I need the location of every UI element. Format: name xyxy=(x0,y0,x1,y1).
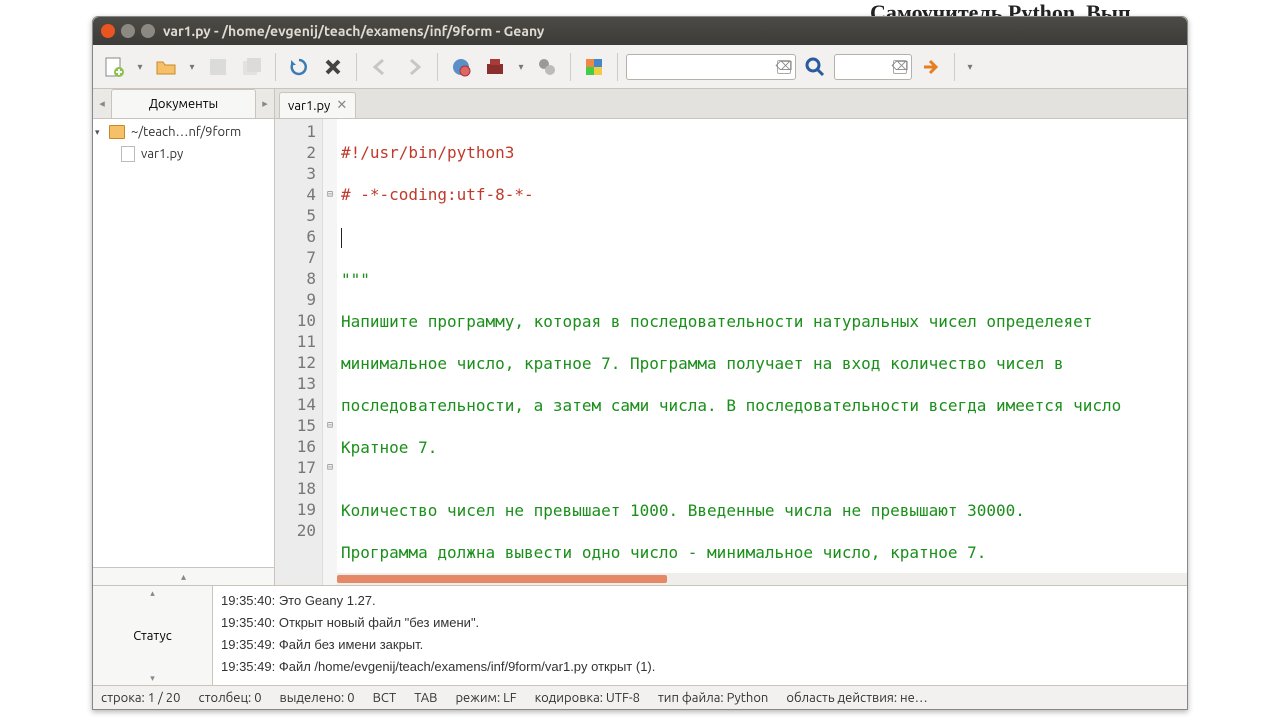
clear-search-icon[interactable]: ⌫ xyxy=(777,60,791,74)
open-file-button[interactable] xyxy=(151,52,181,82)
search-button[interactable] xyxy=(800,52,830,82)
status-line: строка: 1 / 20 xyxy=(101,691,180,705)
tree-folder-label: ~/teach…nf/9form xyxy=(131,125,241,139)
close-icon[interactable] xyxy=(101,24,115,38)
status-insert: ВСТ xyxy=(373,691,397,705)
clear-goto-icon[interactable]: ⌫ xyxy=(893,60,907,74)
toolbar: ▾ ▾ ▾ ⌫ ⌫ ▾ xyxy=(93,45,1187,89)
sidebar-collapse[interactable]: ▴ xyxy=(93,567,274,585)
toolbar-menu-dropdown[interactable]: ▾ xyxy=(963,52,977,82)
window-title: var1.py - /home/evgenij/teach/examens/in… xyxy=(163,23,544,39)
search-input[interactable]: ⌫ xyxy=(626,54,796,80)
log-line: 19:35:40: Открыт новый файл "без имени". xyxy=(221,612,1179,634)
editor-tab-label: var1.py xyxy=(288,99,330,113)
code-editor[interactable]: 1234567891011121314151617181920 ⊟⊟⊟ #!/u… xyxy=(275,119,1187,585)
goto-line-input[interactable]: ⌫ xyxy=(834,54,912,80)
text-cursor xyxy=(341,228,342,248)
log-line: 19:35:40: Это Geany 1.27. xyxy=(221,590,1179,612)
sidebar-tab-next[interactable]: ▸ xyxy=(256,97,274,110)
msg-tab-status[interactable]: Статус xyxy=(93,600,212,671)
message-body[interactable]: 19:35:40: Это Geany 1.27. 19:35:40: Откр… xyxy=(213,586,1187,685)
nav-forward-button[interactable] xyxy=(399,52,429,82)
geany-window: var1.py - /home/evgenij/teach/examens/in… xyxy=(92,16,1188,710)
save-all-button[interactable] xyxy=(237,52,267,82)
tree-expand-icon[interactable]: ▾ xyxy=(95,127,107,138)
editor-tab-var1[interactable]: var1.py ✕ xyxy=(279,92,356,118)
tree-file-label: var1.py xyxy=(141,147,183,161)
new-file-button[interactable] xyxy=(99,52,129,82)
status-tab: TAB xyxy=(414,691,437,705)
save-button[interactable] xyxy=(203,52,233,82)
line-gutter: 1234567891011121314151617181920 xyxy=(275,119,323,585)
status-mode: режим: LF xyxy=(455,691,516,705)
build-button[interactable] xyxy=(480,52,510,82)
editor-tabs: var1.py ✕ xyxy=(275,89,1187,119)
msg-tab-down[interactable]: ▾ xyxy=(93,671,212,685)
sidebar-tabs: ◂ Документы ▸ xyxy=(93,89,274,119)
nav-back-button[interactable] xyxy=(365,52,395,82)
compile-button[interactable] xyxy=(446,52,476,82)
close-tab-icon[interactable]: ✕ xyxy=(336,98,347,113)
maximize-icon[interactable] xyxy=(141,24,155,38)
log-line: 19:35:49: Файл без имени закрыт. xyxy=(221,634,1179,656)
tree-file-row[interactable]: var1.py xyxy=(93,143,274,165)
status-selection: выделено: 0 xyxy=(280,691,355,705)
sidebar-tab-documents[interactable]: Документы xyxy=(111,89,256,118)
goto-button[interactable] xyxy=(916,52,946,82)
status-scope: область действия: не… xyxy=(786,691,927,705)
message-pane: ▴ Статус ▾ 19:35:40: Это Geany 1.27. 19:… xyxy=(93,585,1187,685)
sidebar: ◂ Документы ▸ ▾ ~/teach…nf/9form var1.py… xyxy=(93,89,275,585)
document-tree[interactable]: ▾ ~/teach…nf/9form var1.py xyxy=(93,119,274,567)
reload-button[interactable] xyxy=(284,52,314,82)
titlebar[interactable]: var1.py - /home/evgenij/teach/examens/in… xyxy=(93,17,1187,45)
tree-folder-row[interactable]: ▾ ~/teach…nf/9form xyxy=(93,121,274,143)
minimize-icon[interactable] xyxy=(121,24,135,38)
new-dropdown[interactable]: ▾ xyxy=(133,52,147,82)
status-filetype: тип файла: Python xyxy=(658,691,768,705)
window-controls xyxy=(101,24,155,38)
message-tabs: ▴ Статус ▾ xyxy=(93,586,213,685)
horizontal-scrollbar[interactable] xyxy=(337,573,1187,585)
open-dropdown[interactable]: ▾ xyxy=(185,52,199,82)
editor-area: var1.py ✕ 123456789101112131415161718192… xyxy=(275,89,1187,585)
statusbar: строка: 1 / 20 столбец: 0 выделено: 0 ВС… xyxy=(93,685,1187,709)
close-file-button[interactable] xyxy=(318,52,348,82)
fold-column[interactable]: ⊟⊟⊟ xyxy=(323,119,337,585)
build-dropdown[interactable]: ▾ xyxy=(514,52,528,82)
msg-tab-up[interactable]: ▴ xyxy=(93,586,212,600)
status-encoding: кодировка: UTF-8 xyxy=(535,691,640,705)
log-line: 19:35:49: Файл /home/evgenij/teach/exame… xyxy=(221,656,1179,678)
color-picker-button[interactable] xyxy=(579,52,609,82)
file-icon xyxy=(121,146,135,162)
status-column: столбец: 0 xyxy=(198,691,261,705)
main-area: ◂ Документы ▸ ▾ ~/teach…nf/9form var1.py… xyxy=(93,89,1187,585)
scrollbar-thumb[interactable] xyxy=(337,575,667,583)
execute-button[interactable] xyxy=(532,52,562,82)
code-content[interactable]: #!/usr/bin/python3 # -*-coding:utf-8-*- … xyxy=(337,119,1187,585)
folder-icon xyxy=(109,125,125,139)
sidebar-tab-prev[interactable]: ◂ xyxy=(93,97,111,110)
